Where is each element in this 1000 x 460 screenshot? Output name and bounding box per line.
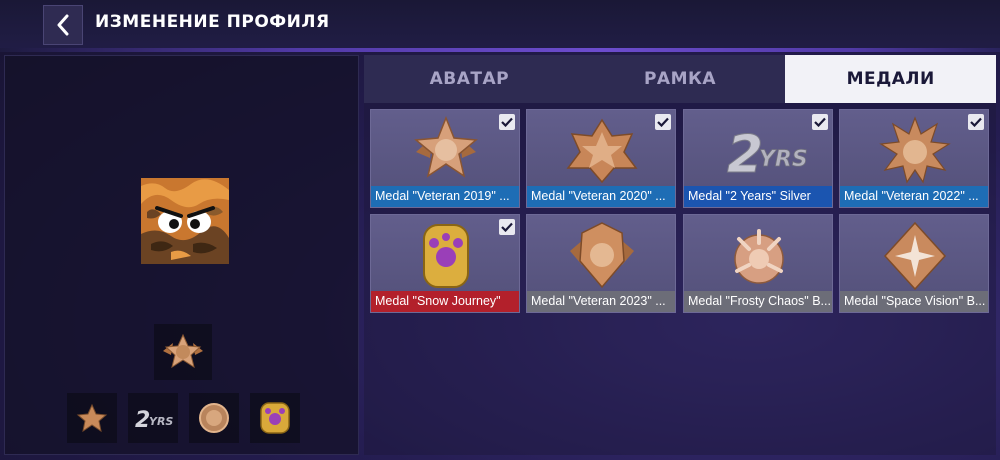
svg-text:2: 2 xyxy=(727,125,763,185)
tab-medals[interactable]: МЕДАЛИ xyxy=(785,55,997,103)
chevron-left-icon xyxy=(57,14,69,36)
profile-preview-panel: 2 YRS xyxy=(4,55,359,455)
medal-card-label: Medal "Veteran 2020" ... xyxy=(527,186,675,207)
checkmark-icon xyxy=(499,114,515,130)
medal-slot-1[interactable] xyxy=(67,393,117,443)
medal-slot-3[interactable] xyxy=(189,393,239,443)
medal-card[interactable]: Medal "Veteran 2020" ... xyxy=(526,109,676,208)
medal-card-label: Medal "Veteran 2022" ... xyxy=(840,186,988,207)
medal-card-label: Medal "Veteran 2019" ... xyxy=(371,186,519,207)
medal-card[interactable]: Medal "Space Vision" B... xyxy=(839,214,989,313)
medal-card[interactable]: Medal "Frosty Chaos" B... xyxy=(683,214,833,313)
veteran-2019-medal-icon xyxy=(414,116,478,178)
frosty-chaos-medal-icon xyxy=(734,229,784,284)
snow-journey-medal-icon xyxy=(423,224,469,288)
checkmark-icon xyxy=(499,219,515,235)
back-button[interactable] xyxy=(43,5,83,45)
medal-card-label: Medal "Veteran 2023" ... xyxy=(527,291,675,312)
medal-slot-4[interactable] xyxy=(250,393,300,443)
medal-card-label: Medal "Frosty Chaos" B... xyxy=(684,291,832,312)
medal-card-label: Medal "Snow Journey" xyxy=(371,291,519,312)
tab-frame[interactable]: РАМКА xyxy=(574,55,786,103)
checkmark-icon xyxy=(968,114,984,130)
selected-medal-preview xyxy=(154,324,212,380)
svg-text:YRS: YRS xyxy=(759,147,808,172)
header-divider xyxy=(0,48,1000,52)
svg-text:YRS: YRS xyxy=(149,415,173,428)
space-vision-medal-icon xyxy=(883,221,947,291)
veteran-2023-medal-icon xyxy=(570,222,634,289)
medal-card[interactable]: Medal "Veteran 2019" ... xyxy=(370,109,520,208)
checkmark-icon xyxy=(655,114,671,130)
medal-card[interactable]: Medal "Veteran 2023" ... xyxy=(526,214,676,313)
two-years-silver-medal-icon: 2 YRS xyxy=(727,125,809,186)
tab-avatar[interactable]: АВАТАР xyxy=(364,55,575,103)
top-bar: ИЗМЕНЕНИЕ ПРОФИЛЯ xyxy=(0,0,1000,52)
medal-slot-2[interactable]: 2 YRS xyxy=(128,393,178,443)
avatar-preview xyxy=(141,178,229,264)
tab-bar: АВАТАР РАМКА МЕДАЛИ xyxy=(364,55,997,103)
checkmark-icon xyxy=(812,114,828,130)
medal-card[interactable]: Medal "Veteran 2022" ... xyxy=(839,109,989,208)
medal-card[interactable]: Medal "Snow Journey" xyxy=(370,214,520,313)
page-title: ИЗМЕНЕНИЕ ПРОФИЛЯ xyxy=(95,12,330,32)
medal-card-label: Medal "Space Vision" B... xyxy=(840,291,988,312)
veteran-2020-medal-icon xyxy=(566,118,638,184)
medal-card[interactable]: 2 YRS Medal "2 Years" Silver xyxy=(683,109,833,208)
medal-card-label: Medal "2 Years" Silver xyxy=(684,186,832,207)
veteran-2022-medal-icon xyxy=(879,116,951,184)
